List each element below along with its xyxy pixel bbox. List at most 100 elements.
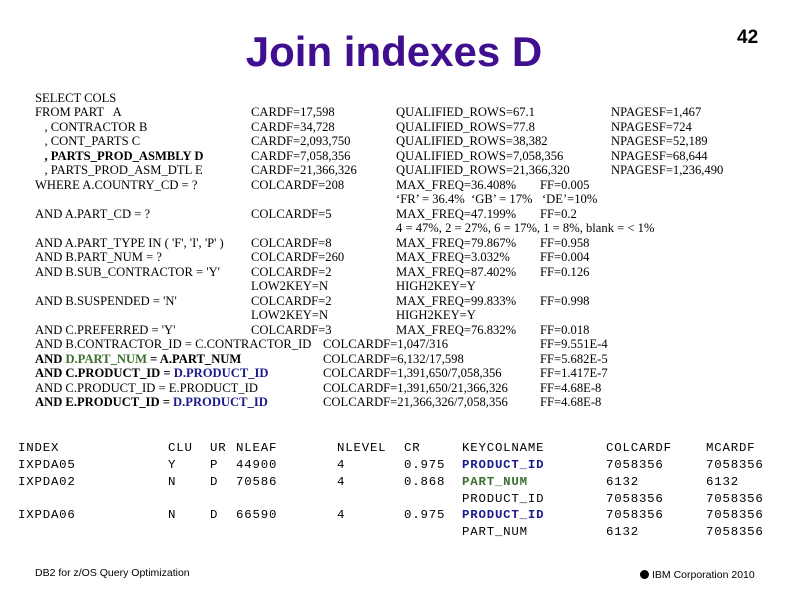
high2key-value: HIGH2KEY=Y — [396, 279, 476, 293]
npagesf-value: NPAGESF=1,467 — [611, 105, 702, 119]
join-highlight-column: D.PART_NUM — [65, 352, 147, 366]
colcardf-value: COLCARDF=8 — [251, 236, 332, 250]
sql-line: AND B.SUB_CONTRACTOR = 'Y' — [35, 265, 220, 279]
join-ff: FF=1.417E-7 — [540, 366, 608, 380]
cell-clu: Y — [168, 458, 177, 472]
header-index: INDEX — [18, 441, 60, 455]
max-freq-value: MAX_FREQ=76.832% — [396, 323, 517, 337]
sql-line: AND B.PART_NUM = ? — [35, 250, 162, 264]
cell-clu: N — [168, 475, 177, 489]
cell-keycolname: PRODUCT_ID — [462, 508, 545, 522]
frequency-detail: ‘FR’ = 36.4% ‘GB’ = 17% ‘DE’=10% — [396, 192, 598, 206]
cardf-value: CARDF=34,728 — [251, 120, 335, 134]
ff-value: FF=0.998 — [540, 294, 590, 308]
colcardf-value: COLCARDF=260 — [251, 250, 345, 264]
copyright-text: IBM Corporation 2010 — [652, 569, 755, 581]
cell-mcardf: 7058356 — [706, 492, 764, 506]
sql-line: AND A.PART_CD = ? — [35, 207, 151, 221]
cardf-value: CARDF=7,058,356 — [251, 149, 351, 163]
cell-nleaf: 70586 — [236, 475, 278, 489]
cell-clu: N — [168, 508, 177, 522]
qualified-rows-value: QUALIFIED_ROWS=77.8 — [396, 120, 535, 134]
header-cr: CR — [404, 441, 421, 455]
slide-title: Join indexes D — [245, 28, 543, 75]
cell-colcardf: 7058356 — [606, 508, 664, 522]
high2key-value: HIGH2KEY=Y — [396, 308, 476, 322]
join-predicate: AND B.CONTRACTOR_ID = C.CONTRACTOR_ID — [35, 337, 312, 351]
ff-value: FF=0.018 — [540, 323, 590, 337]
low2key-value: LOW2KEY=N — [251, 279, 329, 293]
join-highlight-column: D.PRODUCT_ID — [173, 395, 268, 409]
header-ur: UR — [210, 441, 227, 455]
sql-line: , CONTRACTOR B — [35, 120, 148, 134]
cell-cr: 0.868 — [404, 475, 446, 489]
sql-line: , PARTS_PROD_ASM_DTL E — [35, 163, 203, 177]
join-prefix: AND C.PRODUCT_ID = — [35, 366, 174, 380]
cell-cr: 0.975 — [404, 458, 446, 472]
npagesf-value: NPAGESF=1,236,490 — [611, 163, 724, 177]
cardf-value: CARDF=17,598 — [251, 105, 335, 119]
max-freq-value: MAX_FREQ=99.833% — [396, 294, 517, 308]
join-highlight-column: D.PRODUCT_ID — [173, 366, 269, 380]
cell-index: IXPDA06 — [18, 508, 76, 522]
cell-mcardf: 7058356 — [706, 458, 764, 472]
colcardf-value: COLCARDF=208 — [251, 178, 345, 192]
cell-ur: P — [210, 458, 219, 472]
join-ff: FF=9.551E-4 — [540, 337, 608, 351]
join-predicate: AND E.PRODUCT_ID = D.PRODUCT_ID — [35, 395, 268, 409]
join-ff: FF=4.68E-8 — [540, 381, 602, 395]
cardf-value: CARDF=21,366,326 — [251, 163, 357, 177]
join-colcardf: COLCARDF=1,047/316 — [323, 337, 449, 351]
join-prefix: AND — [35, 352, 66, 366]
sql-line: WHERE A.COUNTRY_CD = ? — [35, 178, 198, 192]
cell-nlevel: 4 — [337, 458, 346, 472]
ff-value: FF=0.126 — [540, 265, 590, 279]
footer-course-title: DB2 for z/OS Query Optimization — [35, 567, 190, 579]
qualified-rows-value: QUALIFIED_ROWS=67.1 — [396, 105, 535, 119]
ff-value: FF=0.2 — [540, 207, 577, 221]
join-predicate: AND D.PART_NUM = A.PART_NUM — [35, 352, 241, 366]
cell-index: IXPDA05 — [18, 458, 76, 472]
cell-nleaf: 44900 — [236, 458, 278, 472]
cell-cr: 0.975 — [404, 508, 446, 522]
colcardf-value: COLCARDF=2 — [251, 265, 332, 279]
footer-copyright: IBM Corporation 2010 — [640, 569, 755, 581]
ff-value: FF=0.004 — [540, 250, 590, 264]
max-freq-value: MAX_FREQ=3.032% — [396, 250, 510, 264]
colcardf-value: COLCARDF=2 — [251, 294, 332, 308]
sql-line: AND C.PREFERRED = 'Y' — [35, 323, 176, 337]
header-nleaf: NLEAF — [236, 441, 278, 455]
cell-ur: D — [210, 508, 219, 522]
max-freq-value: MAX_FREQ=36.408% — [396, 178, 517, 192]
header-colcardf: COLCARDF — [606, 441, 672, 455]
join-predicate: AND C.PRODUCT_ID = D.PRODUCT_ID — [35, 366, 269, 380]
cardf-value: CARDF=2,093,750 — [251, 134, 351, 148]
page-number: 42 — [737, 27, 759, 48]
npagesf-value: NPAGESF=68,644 — [611, 149, 708, 163]
join-colcardf: COLCARDF=1,391,650/7,058,356 — [323, 366, 502, 380]
cell-keycolname: PART_NUM — [462, 525, 528, 539]
cell-colcardf: 6132 — [606, 475, 639, 489]
sql-line: FROM PART A — [35, 105, 122, 119]
header-mcardf: MCARDF — [706, 441, 756, 455]
max-freq-value: MAX_FREQ=87.402% — [396, 265, 517, 279]
max-freq-value: MAX_FREQ=47.199% — [396, 207, 517, 221]
qualified-rows-value: QUALIFIED_ROWS=38,382 — [396, 134, 548, 148]
header-clu: CLU — [168, 441, 193, 455]
cell-keycolname: PRODUCT_ID — [462, 458, 545, 472]
join-colcardf: COLCARDF=6,132/17,598 — [323, 352, 464, 366]
cell-keycolname: PART_NUM — [462, 475, 528, 489]
qualified-rows-value: QUALIFIED_ROWS=21,366,320 — [396, 163, 570, 177]
join-ff: FF=5.682E-5 — [540, 352, 608, 366]
sql-line: , PARTS_PROD_ASMBLY D — [35, 149, 204, 163]
cell-nlevel: 4 — [337, 475, 346, 489]
cell-nlevel: 4 — [337, 508, 346, 522]
join-predicate: AND C.PRODUCT_ID = E.PRODUCT_ID — [35, 381, 258, 395]
max-freq-value: MAX_FREQ=79.867% — [396, 236, 517, 250]
ff-value: FF=0.958 — [540, 236, 590, 250]
cell-nleaf: 66590 — [236, 508, 278, 522]
cell-ur: D — [210, 475, 219, 489]
low2key-value: LOW2KEY=N — [251, 308, 329, 322]
colcardf-value: COLCARDF=5 — [251, 207, 332, 221]
npagesf-value: NPAGESF=52,189 — [611, 134, 708, 148]
